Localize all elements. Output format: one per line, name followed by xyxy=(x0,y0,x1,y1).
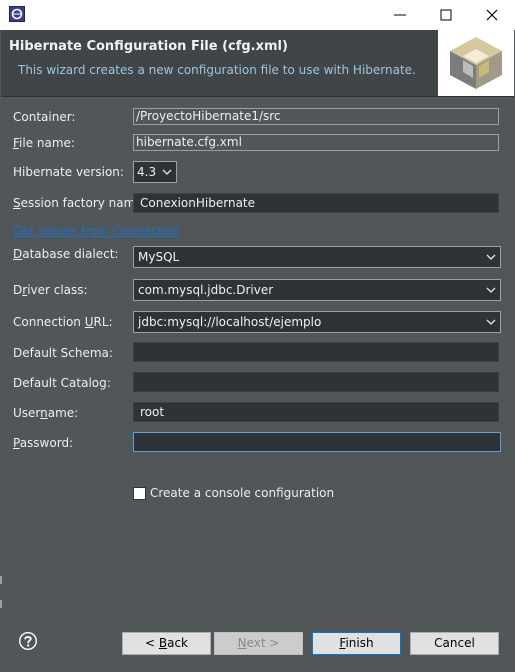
close-icon xyxy=(486,9,498,21)
session-factory-label-text: ession factory name: xyxy=(20,196,147,210)
default-catalog-label: Default Catalog: xyxy=(13,376,111,390)
username-label: Username: xyxy=(13,406,78,420)
back-mnemonic: B xyxy=(158,636,168,650)
edge-mark xyxy=(0,600,2,608)
default-schema-field[interactable] xyxy=(133,342,499,362)
connection-url-select[interactable]: jdbc:mysql://localhost/ejemplo xyxy=(133,311,501,333)
file-name-field[interactable]: hibernate.cfg.xml xyxy=(133,134,499,151)
minimize-button[interactable] xyxy=(377,0,423,30)
default-catalog-field[interactable] xyxy=(133,372,499,392)
dialect-mnemonic: D xyxy=(13,247,23,261)
username-mnemonic: n xyxy=(40,406,48,420)
session-factory-mnemonic: S xyxy=(13,196,21,210)
maximize-icon xyxy=(440,9,452,21)
minimize-icon xyxy=(394,14,406,16)
password-field[interactable] xyxy=(133,432,501,452)
hibernate-cube-icon xyxy=(450,37,502,89)
connection-url-label-pre: Connection xyxy=(13,315,85,329)
next-button[interactable]: Next > xyxy=(214,632,303,655)
session-factory-field[interactable]: ConexionHibernate xyxy=(133,193,499,213)
back-button-pre: < xyxy=(144,636,159,650)
driver-class-label-pre: D xyxy=(13,283,23,297)
dialect-label: Database dialect: xyxy=(13,247,118,261)
container-label: Container: xyxy=(13,110,76,124)
password-label: Password: xyxy=(13,436,73,450)
page-description: This wizard creates a new configuration … xyxy=(18,63,416,77)
maximize-button[interactable] xyxy=(423,0,469,30)
container-field[interactable]: /ProyectoHibernate1/src xyxy=(133,108,499,125)
wizard-banner: Hibernate Configuration File (cfg.xml) T… xyxy=(1,30,514,96)
edge-mark xyxy=(0,576,2,584)
chevron-down-icon xyxy=(486,254,496,260)
hibernate-version-value: 4.3 xyxy=(137,165,157,179)
username-label-text: ame: xyxy=(47,406,79,420)
connection-url-mnemonic: U xyxy=(84,315,94,329)
next-button-text: ext > xyxy=(246,636,280,650)
chevron-down-icon xyxy=(486,319,496,325)
connection-url-value: jdbc:mysql://localhost/ejemplo xyxy=(138,315,322,329)
file-name-label: File name: xyxy=(13,136,75,150)
driver-class-select[interactable]: com.mysql.jdbc.Driver xyxy=(133,279,501,301)
dialect-label-text: atabase dialect: xyxy=(22,247,119,261)
console-config-checkbox[interactable] xyxy=(133,487,146,500)
hibernate-version-select[interactable]: 4.3 xyxy=(133,161,177,183)
password-mnemonic: P xyxy=(13,436,20,450)
next-mnemonic: N xyxy=(237,636,247,650)
username-label-pre: User xyxy=(13,406,41,420)
get-values-link[interactable]: Get values from Connection xyxy=(13,224,181,238)
hibernate-version-label: Hibernate version: xyxy=(13,165,124,179)
banner-separator xyxy=(1,96,514,97)
cancel-button[interactable]: Cancel xyxy=(410,632,499,655)
default-schema-label: Default Schema: xyxy=(13,346,113,360)
connection-url-label: Connection URL: xyxy=(13,315,113,329)
console-config-label: Create a console configuration xyxy=(150,486,335,500)
back-button-text: ack xyxy=(167,636,188,650)
page-title: Hibernate Configuration File (cfg.xml) xyxy=(9,39,288,54)
chevron-down-icon xyxy=(162,169,172,175)
finish-button[interactable]: Finish xyxy=(312,632,401,655)
close-button[interactable] xyxy=(469,0,515,30)
session-factory-label: Session factory name: xyxy=(13,196,147,210)
title-bar xyxy=(0,0,515,30)
file-name-label-text: ile name: xyxy=(19,136,75,150)
driver-class-label: Driver class: xyxy=(13,283,88,297)
dialect-value: MySQL xyxy=(138,250,180,264)
password-label-text: assword: xyxy=(19,436,74,450)
connection-url-label-text: RL: xyxy=(93,315,113,329)
driver-class-value: com.mysql.jdbc.Driver xyxy=(138,283,274,297)
driver-class-label-text: iver class: xyxy=(27,283,88,297)
dialect-select[interactable]: MySQL xyxy=(133,246,501,268)
hibernate-logo xyxy=(438,30,514,96)
back-button[interactable]: < Back xyxy=(122,632,211,655)
username-field[interactable]: root xyxy=(133,402,499,422)
chevron-down-icon xyxy=(486,287,496,293)
finish-button-text: inish xyxy=(345,636,374,650)
help-icon[interactable] xyxy=(18,631,38,651)
eclipse-app-icon xyxy=(9,6,25,22)
